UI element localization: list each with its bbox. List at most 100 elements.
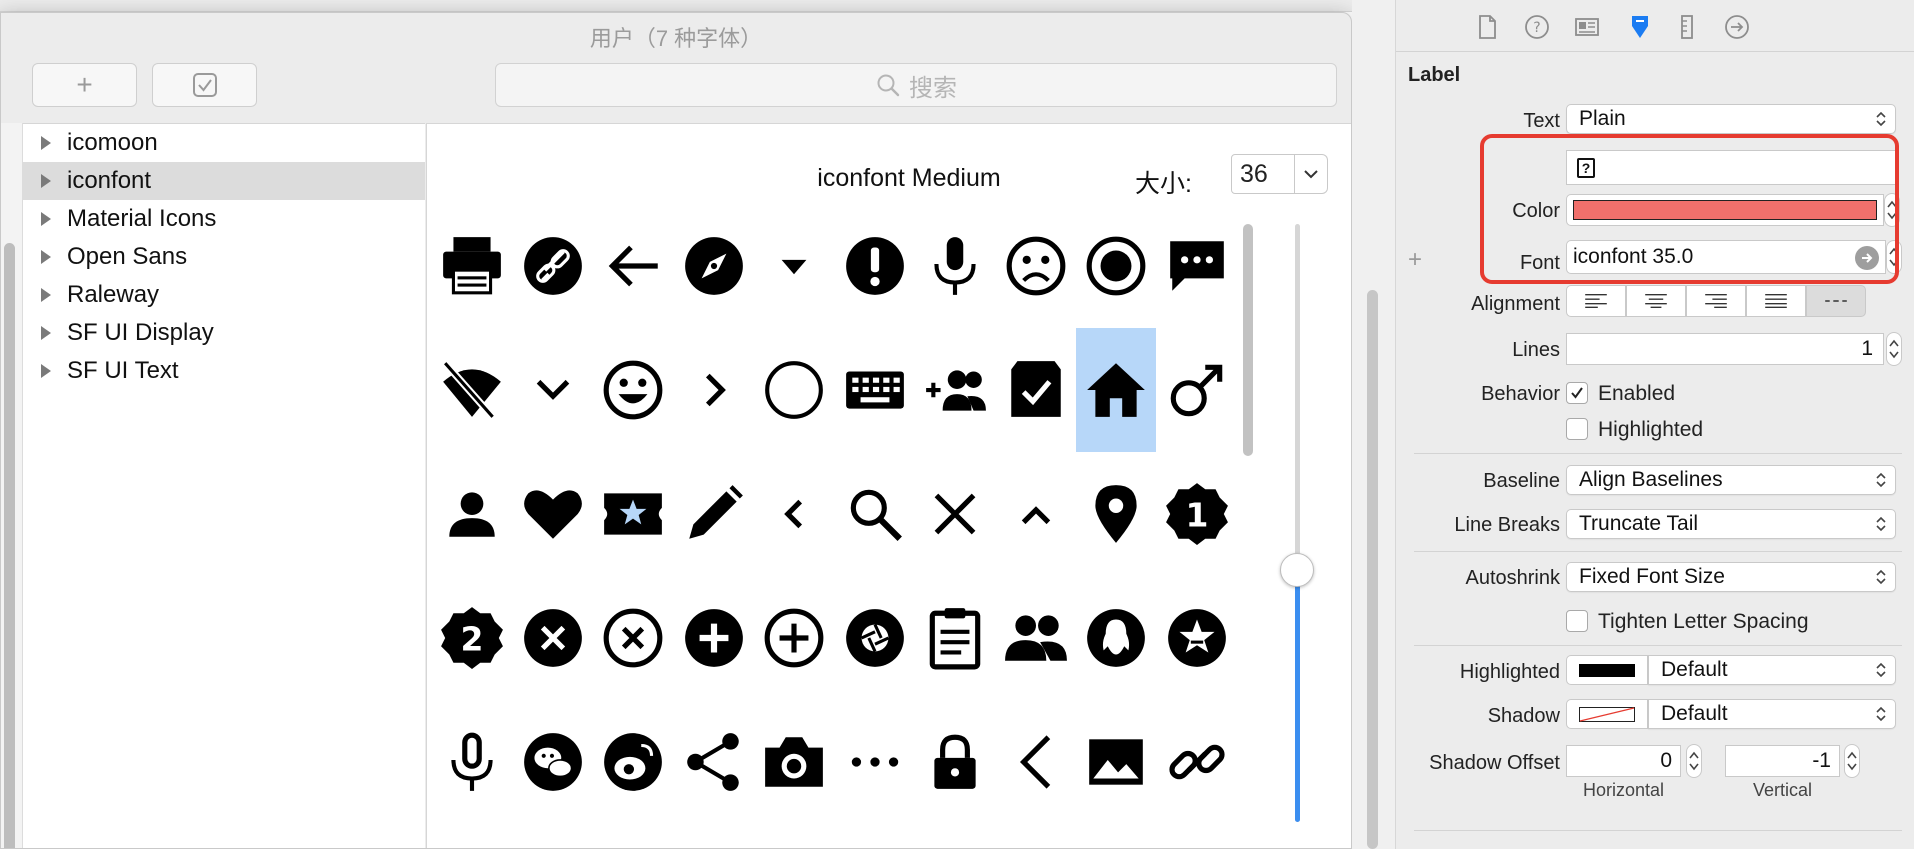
collections-scroll-thumb[interactable] bbox=[4, 243, 15, 848]
autoshrink-popup[interactable]: Fixed Font Size bbox=[1566, 562, 1896, 592]
font-family-row[interactable]: SF UI Display bbox=[23, 314, 425, 352]
disclosure-triangle-icon[interactable] bbox=[41, 364, 51, 378]
disclosure-triangle-icon[interactable] bbox=[41, 250, 51, 264]
caret-down-icon[interactable] bbox=[754, 204, 834, 328]
attributes-icon[interactable] bbox=[1625, 12, 1655, 42]
keyboard-icon[interactable] bbox=[835, 328, 915, 452]
lines-field[interactable]: 1 bbox=[1566, 333, 1884, 365]
chain-link-icon[interactable] bbox=[1157, 700, 1237, 824]
home-icon[interactable] bbox=[1076, 328, 1156, 452]
compass-icon[interactable] bbox=[674, 204, 754, 328]
chevron-up-icon[interactable] bbox=[996, 452, 1076, 576]
size-ruler-icon[interactable] bbox=[1672, 12, 1702, 42]
add-collection-button[interactable]: + bbox=[32, 63, 137, 107]
disclosure-triangle-icon[interactable] bbox=[41, 288, 51, 302]
box-check-icon[interactable] bbox=[996, 328, 1076, 452]
close-circle-outline-icon[interactable] bbox=[593, 576, 673, 700]
image-icon[interactable] bbox=[1076, 700, 1156, 824]
font-family-row[interactable]: Open Sans bbox=[23, 238, 425, 276]
plus-circle-filled-icon[interactable] bbox=[674, 576, 754, 700]
smile-icon[interactable] bbox=[593, 328, 673, 452]
disclosure-triangle-icon[interactable] bbox=[41, 326, 51, 340]
natural-align-icon[interactable] bbox=[1806, 285, 1866, 317]
font-family-row[interactable]: icomoon bbox=[23, 124, 425, 162]
right-align-icon[interactable] bbox=[1686, 285, 1746, 317]
chat-bubble-icon[interactable] bbox=[1157, 204, 1237, 328]
clipboard-icon[interactable] bbox=[915, 576, 995, 700]
tighten-spacing-checkbox[interactable] bbox=[1566, 610, 1588, 632]
search-input[interactable]: 搜索 bbox=[495, 63, 1337, 107]
text-type-popup[interactable]: Plain bbox=[1566, 104, 1896, 134]
identity-icon[interactable] bbox=[1572, 12, 1602, 42]
plus-circle-outline-icon[interactable] bbox=[754, 576, 834, 700]
enabled-checkbox[interactable] bbox=[1566, 382, 1588, 404]
disclosure-triangle-icon[interactable] bbox=[41, 174, 51, 188]
file-icon[interactable] bbox=[1472, 12, 1502, 42]
shadow-horizontal-field[interactable]: 0 bbox=[1566, 745, 1681, 777]
sad-face-icon[interactable] bbox=[996, 204, 1076, 328]
canvas-scroll-thumb[interactable] bbox=[1367, 290, 1378, 849]
shadow-vertical-field[interactable]: -1 bbox=[1725, 745, 1840, 777]
close-x-icon[interactable] bbox=[915, 452, 995, 576]
badge-one-icon[interactable]: 1 bbox=[1157, 452, 1237, 576]
highlighted-color-well[interactable] bbox=[1566, 655, 1648, 685]
font-family-row[interactable]: iconfont bbox=[23, 162, 425, 200]
shadow-horizontal-stepper[interactable] bbox=[1686, 744, 1702, 778]
person-icon[interactable] bbox=[432, 452, 512, 576]
camera-icon[interactable] bbox=[754, 700, 834, 824]
chevron-left-icon[interactable] bbox=[996, 700, 1076, 824]
toggle-collection-button[interactable] bbox=[152, 63, 257, 107]
center-align-icon[interactable] bbox=[1626, 285, 1686, 317]
font-family-row[interactable]: Raleway bbox=[23, 276, 425, 314]
shadow-color-well[interactable] bbox=[1566, 699, 1648, 729]
close-circle-filled-icon[interactable] bbox=[513, 576, 593, 700]
size-dropdown-button[interactable] bbox=[1295, 154, 1328, 194]
shadow-color-popup[interactable]: Default bbox=[1648, 699, 1896, 729]
exclamation-circle-icon[interactable] bbox=[835, 204, 915, 328]
line-breaks-popup[interactable]: Truncate Tail bbox=[1566, 509, 1896, 539]
connections-icon[interactable] bbox=[1722, 12, 1752, 42]
pencil-icon[interactable] bbox=[674, 452, 754, 576]
heart-icon[interactable] bbox=[513, 452, 593, 576]
font-family-row[interactable]: Material Icons bbox=[23, 200, 425, 238]
camera-shutter-icon[interactable] bbox=[835, 576, 915, 700]
disclosure-triangle-icon[interactable] bbox=[41, 212, 51, 226]
lines-stepper[interactable] bbox=[1886, 332, 1902, 366]
people-icon[interactable] bbox=[996, 576, 1076, 700]
star-circle-icon[interactable] bbox=[1157, 576, 1237, 700]
chevron-left-small-icon[interactable] bbox=[754, 452, 834, 576]
disclosure-triangle-icon[interactable] bbox=[41, 136, 51, 150]
chevron-right-icon[interactable] bbox=[674, 328, 754, 452]
glyph-grid-scroll-thumb[interactable] bbox=[1243, 224, 1253, 456]
map-pin-icon[interactable] bbox=[1076, 452, 1156, 576]
more-dots-icon[interactable] bbox=[835, 700, 915, 824]
badge-two-icon[interactable]: 2 bbox=[432, 576, 512, 700]
printer-icon[interactable] bbox=[432, 204, 512, 328]
wifi-off-icon[interactable] bbox=[432, 328, 512, 452]
highlighted-color-popup[interactable]: Default bbox=[1648, 655, 1896, 685]
male-icon[interactable] bbox=[1157, 328, 1237, 452]
size-slider-knob[interactable] bbox=[1280, 553, 1314, 587]
left-align-icon[interactable] bbox=[1566, 285, 1626, 317]
arrow-left-icon[interactable] bbox=[593, 204, 673, 328]
ticket-star-icon[interactable] bbox=[593, 452, 673, 576]
share-icon[interactable] bbox=[674, 700, 754, 824]
weibo-icon[interactable] bbox=[593, 700, 673, 824]
baseline-popup[interactable]: Align Baselines bbox=[1566, 465, 1896, 495]
group-add-icon[interactable] bbox=[915, 328, 995, 452]
lock-icon[interactable] bbox=[915, 700, 995, 824]
search-icon[interactable] bbox=[835, 452, 915, 576]
font-family-row[interactable]: SF UI Text bbox=[23, 352, 425, 390]
microphone-icon[interactable] bbox=[915, 204, 995, 328]
help-icon[interactable]: ? bbox=[1522, 12, 1552, 42]
shadow-vertical-stepper[interactable] bbox=[1844, 744, 1860, 778]
microphone-outline-icon[interactable] bbox=[432, 700, 512, 824]
glyph-grid-scrollbar[interactable] bbox=[1239, 224, 1255, 844]
link-circle-icon[interactable] bbox=[513, 204, 593, 328]
circle-outline-icon[interactable] bbox=[754, 328, 834, 452]
wechat-icon[interactable] bbox=[513, 700, 593, 824]
justify-align-icon[interactable] bbox=[1746, 285, 1806, 317]
size-input[interactable]: 36 bbox=[1231, 154, 1295, 194]
chevron-down-icon[interactable] bbox=[513, 328, 593, 452]
radio-circle-icon[interactable] bbox=[1076, 204, 1156, 328]
